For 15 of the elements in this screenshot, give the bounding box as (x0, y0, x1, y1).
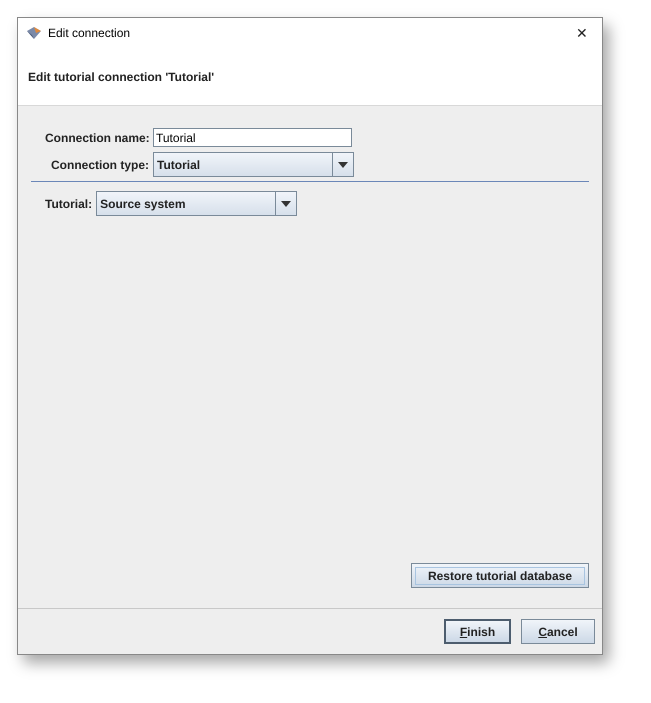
cancel-button[interactable]: Cancel (521, 619, 595, 644)
finish-button[interactable]: Finish (444, 619, 511, 644)
header-title: Edit tutorial connection 'Tutorial' (28, 68, 214, 86)
app-logo-icon (26, 26, 42, 40)
field-label: Tutorial: (45, 196, 92, 212)
window-title: Edit connection (48, 25, 132, 42)
connection-type-dropdown[interactable]: Tutorial (153, 152, 354, 177)
field-label: Connection name: (45, 130, 149, 146)
dropdown-arrow-icon (338, 162, 348, 168)
connection-name-field[interactable]: Tutorial (153, 128, 352, 147)
source-dropdown[interactable]: Source system (96, 191, 298, 216)
close-button[interactable]: ✕ (570, 22, 594, 44)
field-label: Connection type: (50, 156, 149, 174)
restore-database-button[interactable]: Restore tutorial database (410, 563, 589, 588)
dropdown-arrow-icon (281, 200, 292, 206)
